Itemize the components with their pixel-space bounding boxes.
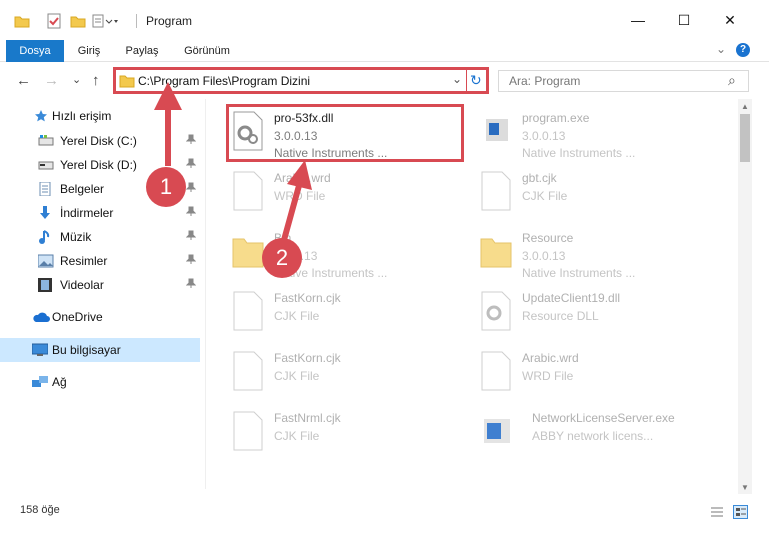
- annotation-arrows: [154, 82, 312, 241]
- callout-two-badge: 2: [262, 238, 302, 278]
- arrow-two: [281, 160, 312, 241]
- arrow-one: [154, 82, 182, 166]
- callout-one-badge: 1: [146, 167, 186, 207]
